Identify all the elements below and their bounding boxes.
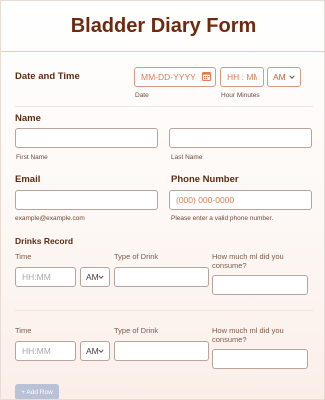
column-type-of-drink: Type of Drink [114,252,159,261]
date-time-label: Date and Time [15,71,80,82]
email-label: Email [15,174,41,185]
column-time: Time [15,252,32,261]
drink-type-input[interactable] [114,267,209,287]
ampm-select[interactable]: AM [267,67,301,87]
first-name-input[interactable] [15,128,158,148]
first-name-sublabel: First Name [16,154,48,161]
drink-ampm-select[interactable]: AM [80,341,110,361]
column-how-much: How much ml did you consume? [212,252,284,270]
chevron-down-icon [98,275,104,279]
calendar-icon[interactable] [202,71,211,81]
drink-amount-input[interactable] [212,349,308,369]
drink-ampm-value: AM [86,272,99,282]
phone-sublabel: Please enter a valid phone number. [171,215,274,222]
bladder-diary-form: Bladder Diary Form Date and Time Date Ho… [0,0,325,400]
form-title: Bladder Diary Form [70,15,257,37]
name-label: Name [15,113,41,124]
column-type-of-drink: Type of Drink [114,326,159,335]
drink-time-input[interactable] [15,267,76,287]
phone-label: Phone Number [171,174,239,185]
drinks-record-label: Drinks Record [15,236,74,246]
column-time: Time [15,326,32,335]
row-divider [15,310,313,311]
header-divider [1,51,324,52]
add-row-button[interactable]: + Add Row [15,384,59,399]
last-name-sublabel: Last Name [171,154,203,161]
hour-minute-input[interactable] [220,67,264,87]
hour-minutes-sublabel: Hour Minutes [221,92,260,99]
last-name-input[interactable] [169,128,312,148]
section-divider [15,106,313,107]
drink-time-input[interactable] [15,341,76,361]
drink-amount-input[interactable] [212,275,308,295]
phone-input[interactable] [169,190,312,210]
column-how-much: How much ml did you consume? [212,326,284,344]
chevron-down-icon [98,349,104,353]
drink-ampm-value: AM [86,346,99,356]
drink-type-input[interactable] [114,341,209,361]
chevron-down-icon [289,75,295,79]
email-input[interactable] [15,190,158,210]
drink-ampm-select[interactable]: AM [80,267,110,287]
date-sublabel: Date [135,92,149,99]
email-sublabel: example@example.com [15,215,85,222]
ampm-value: AM [273,72,286,82]
